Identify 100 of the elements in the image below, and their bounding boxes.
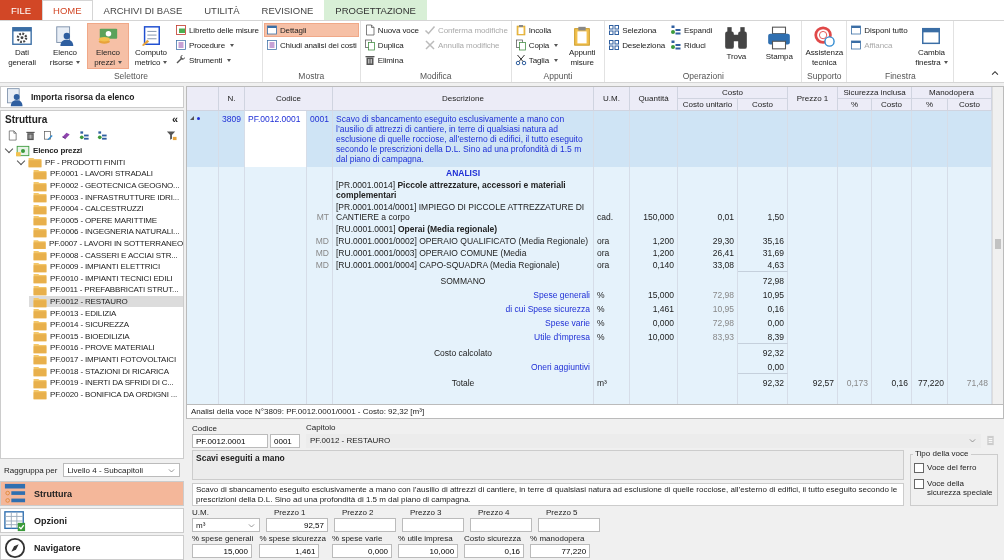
tree-item[interactable]: PF.0007 - LAVORI IN SOTTERRANEO [29, 237, 183, 250]
description-field[interactable]: Scavo di sbancamento eseguito esclusivamente a mano con l’ausilio di attrezzi di cantiere, in terre di qualsiasi natura ad esclusione di quelle rocciose, all’esterno di edifici, il tutto eseguito secondo le prescrizioni della D.L. Sino ad una profondità di 1.5 m dal piano di campagna. [192, 483, 904, 506]
table-cell: 0,00 [767, 318, 784, 328]
ribbon-button[interactable]: Incolla [512, 23, 561, 37]
ribbon-button[interactable]: Chiudi analisi dei costi [263, 38, 359, 52]
unit-dropdown[interactable]: m³ [192, 518, 260, 532]
table-cell: m³ [597, 378, 607, 388]
table-cell: 0,01 [717, 212, 734, 222]
ribbon-button[interactable]: Deseleziona [606, 38, 668, 52]
tree-item[interactable]: PF.0002 - GEOTECNICA GEOGNO... [29, 179, 183, 192]
ribbon-tab[interactable]: ARCHIVI DI BASE [92, 0, 194, 20]
ribbon-tab[interactable]: REVISIONE [250, 0, 325, 20]
tree-item[interactable]: PF.0011 - PREFABBRICATI STRUT... [29, 284, 183, 296]
ribbon-button[interactable]: Elimina [361, 53, 421, 67]
rate-field[interactable]: 0,000 [332, 544, 393, 558]
ribbon-button[interactable]: Disponi tutto [848, 23, 910, 37]
toolbar-button[interactable] [95, 128, 110, 143]
navigation-button[interactable]: Struttura [0, 481, 184, 506]
tree-item[interactable]: PF.0015 - BIOEDILIZIA [29, 330, 183, 343]
table-row[interactable] [187, 111, 992, 167]
expand-icon[interactable] [190, 116, 194, 120]
tree-item[interactable]: PF.0008 - CASSERI E ACCIAI STR... [29, 249, 183, 261]
ribbon-button[interactable]: Trova [715, 23, 758, 69]
tree-item[interactable]: PF.0009 - IMPIANTI ELETTRICI [29, 260, 183, 273]
ribbon-tab[interactable]: PROGETTAZIONE [324, 0, 427, 20]
ribbon-button[interactable]: Taglia [512, 53, 561, 67]
tree-item[interactable]: PF.0014 - SICUREZZA [29, 318, 183, 331]
group-label: Supporto [806, 71, 843, 82]
tree-item[interactable]: PF.0013 - EDILIZIA [29, 307, 183, 319]
chapter-dropdown[interactable]: PF.0012 - RESTAURO [306, 433, 981, 448]
ribbon-button[interactable]: Dettagli [263, 23, 359, 37]
checkbox[interactable] [914, 463, 924, 473]
tree-item[interactable]: PF.0004 - CALCESTRUZZI [29, 202, 183, 215]
price-field[interactable] [538, 518, 600, 532]
import-button[interactable]: Importa risorsa da elenco [0, 86, 184, 108]
ribbon-tab[interactable]: UTILITÀ [193, 0, 251, 20]
table-cell: 72,98 [712, 290, 734, 300]
ribbon-button[interactable]: Riduci [668, 38, 715, 52]
table-cell: 8,39 [767, 332, 784, 342]
tree-item[interactable]: Elenco prezzi [5, 145, 183, 157]
ribbon-button[interactable]: Procedure [173, 38, 261, 52]
ribbon-tab[interactable]: HOME [42, 0, 93, 20]
ribbon-button[interactable]: Cambia finestra [910, 23, 953, 69]
ribbon-button[interactable]: Appunti misure [561, 23, 604, 69]
tree-item[interactable]: PF.0012 - RESTAURO [29, 295, 183, 308]
navigation-button[interactable]: Opzioni [0, 508, 184, 533]
table-cell: [RU.0001.0001/0002] OPERAIO QUALIFICATO (Media Regionale) [336, 236, 588, 246]
filter-button[interactable] [164, 128, 179, 143]
tree-item[interactable]: PF.0016 - PROVE MATERIALI [29, 342, 183, 354]
tree-item[interactable]: PF - PRODOTTI FINITI [17, 156, 183, 169]
table-cell: ora [597, 260, 610, 270]
trash-icon [25, 130, 36, 141]
tree-item[interactable]: PF.0010 - IMPIANTI TECNICI EDILI [29, 272, 183, 285]
rate-field[interactable]: 0,16 [464, 544, 525, 558]
rate-field[interactable]: 15,000 [192, 544, 252, 558]
tree-item[interactable]: PF.0017 - IMPIANTI FOTOVOLTAICI [29, 353, 183, 366]
ribbon-button[interactable]: Nuova voce [361, 23, 421, 37]
title-field[interactable]: Scavi eseguiti a mano [192, 450, 904, 480]
table-cell: ANALISI [446, 168, 480, 178]
tree-item[interactable]: PF.0005 - OPERE MARITTIME [29, 214, 183, 227]
rate-field[interactable]: 1,461 [259, 544, 320, 558]
ribbon-button[interactable]: Stampa [758, 23, 801, 69]
rate-field[interactable]: 77,220 [530, 544, 591, 558]
tree-item[interactable]: PF.0003 - INFRASTRUTTURE IDRI... [29, 191, 183, 203]
ribbon-button[interactable]: Seleziona [606, 23, 668, 37]
ribbon-button[interactable]: Duplica [361, 38, 421, 52]
code-field[interactable]: PF.0012.0001 [192, 434, 268, 448]
toolbar-button[interactable] [77, 128, 92, 143]
scrollbar[interactable] [992, 87, 1003, 404]
calculator-icon [985, 435, 996, 446]
price-field[interactable] [402, 518, 464, 532]
group-label: Modifica [418, 71, 453, 82]
ribbon-button[interactable]: Copia [512, 38, 561, 52]
tree-item[interactable]: PF.0019 - INERTI DA SFRIDI DI C... [29, 376, 183, 389]
navigation-button[interactable]: Navigatore [0, 535, 184, 560]
price-field[interactable] [470, 518, 532, 532]
group-by-dropdown[interactable]: Livello 4 - Subcapitoli [63, 463, 180, 477]
tree-item[interactable]: PF.0020 - BONIFICA DA ORDIGNI ... [29, 388, 183, 401]
field-label: % spese sicurezza [259, 534, 327, 543]
tree-item[interactable]: PF.0006 - INGEGNERIA NATURALI... [29, 226, 183, 238]
price-field[interactable]: 92,57 [266, 518, 328, 532]
ribbon-button[interactable]: Computo metrico [130, 23, 172, 69]
ribbon-button[interactable]: Elenco risorse [44, 23, 86, 69]
filter-icon [166, 130, 177, 141]
tree-item[interactable]: PF.0001 - LAVORI STRADALI [29, 168, 183, 180]
folder-icon [33, 248, 47, 263]
rate-field[interactable]: 10,000 [398, 544, 459, 558]
ribbon-button[interactable]: Libretto delle misure [173, 23, 261, 37]
ribbon-tab[interactable]: FILE [0, 0, 43, 20]
checkbox[interactable] [914, 479, 924, 489]
ribbon-button[interactable]: Dati generali [1, 23, 43, 69]
collapse-button[interactable]: « [170, 113, 179, 126]
ribbon-button[interactable]: Strumenti [173, 53, 261, 67]
ribbon-button[interactable]: Elenco prezzi [87, 23, 129, 69]
ribbon-button[interactable]: Espandi [668, 23, 715, 37]
subcode-field[interactable]: 0001 [270, 434, 300, 448]
ribbon-button[interactable]: Assistenza tecnica [803, 23, 846, 69]
table-cell: % [597, 304, 605, 314]
price-field[interactable] [334, 518, 396, 532]
tree-item[interactable]: PF.0018 - STAZIONI DI RICARICA [29, 365, 183, 377]
